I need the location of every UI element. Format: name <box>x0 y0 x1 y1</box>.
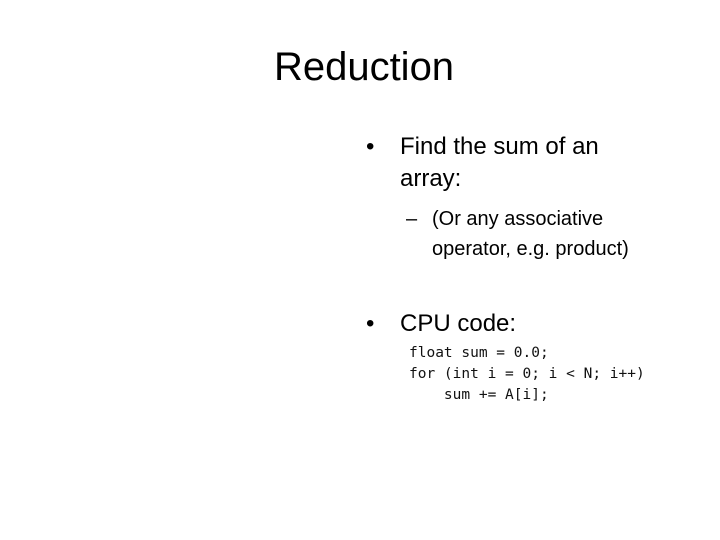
sub-bullet-line: (Or any associative <box>432 208 604 230</box>
code-line: float sum = 0.0; <box>409 345 549 361</box>
slide-title-text: Reduction <box>273 45 455 89</box>
code-line: for (int i = 0; i < N; i++) <box>409 366 645 382</box>
dash-marker: – <box>406 208 418 230</box>
bullet-line: array: <box>400 165 462 192</box>
bullet-marker: • <box>366 133 375 160</box>
sub-bullet-line: operator, e.g. product) <box>432 238 629 260</box>
bullet-marker: • <box>366 310 375 337</box>
code-line: sum += A[i]; <box>409 387 549 403</box>
slide-title: Reduction <box>0 42 720 92</box>
sub-bullet-text: (Or any associative operator, e.g. produ… <box>432 204 629 264</box>
bullet-text: CPU code: <box>400 308 516 340</box>
code-block: float sum = 0.0; for (int i = 0; i < N; i… <box>409 343 645 406</box>
bullet-text: Find the sum of an array: <box>400 131 599 195</box>
bullet-line: CPU code: <box>400 310 517 337</box>
bullet-line: Find the sum of an <box>400 133 599 160</box>
